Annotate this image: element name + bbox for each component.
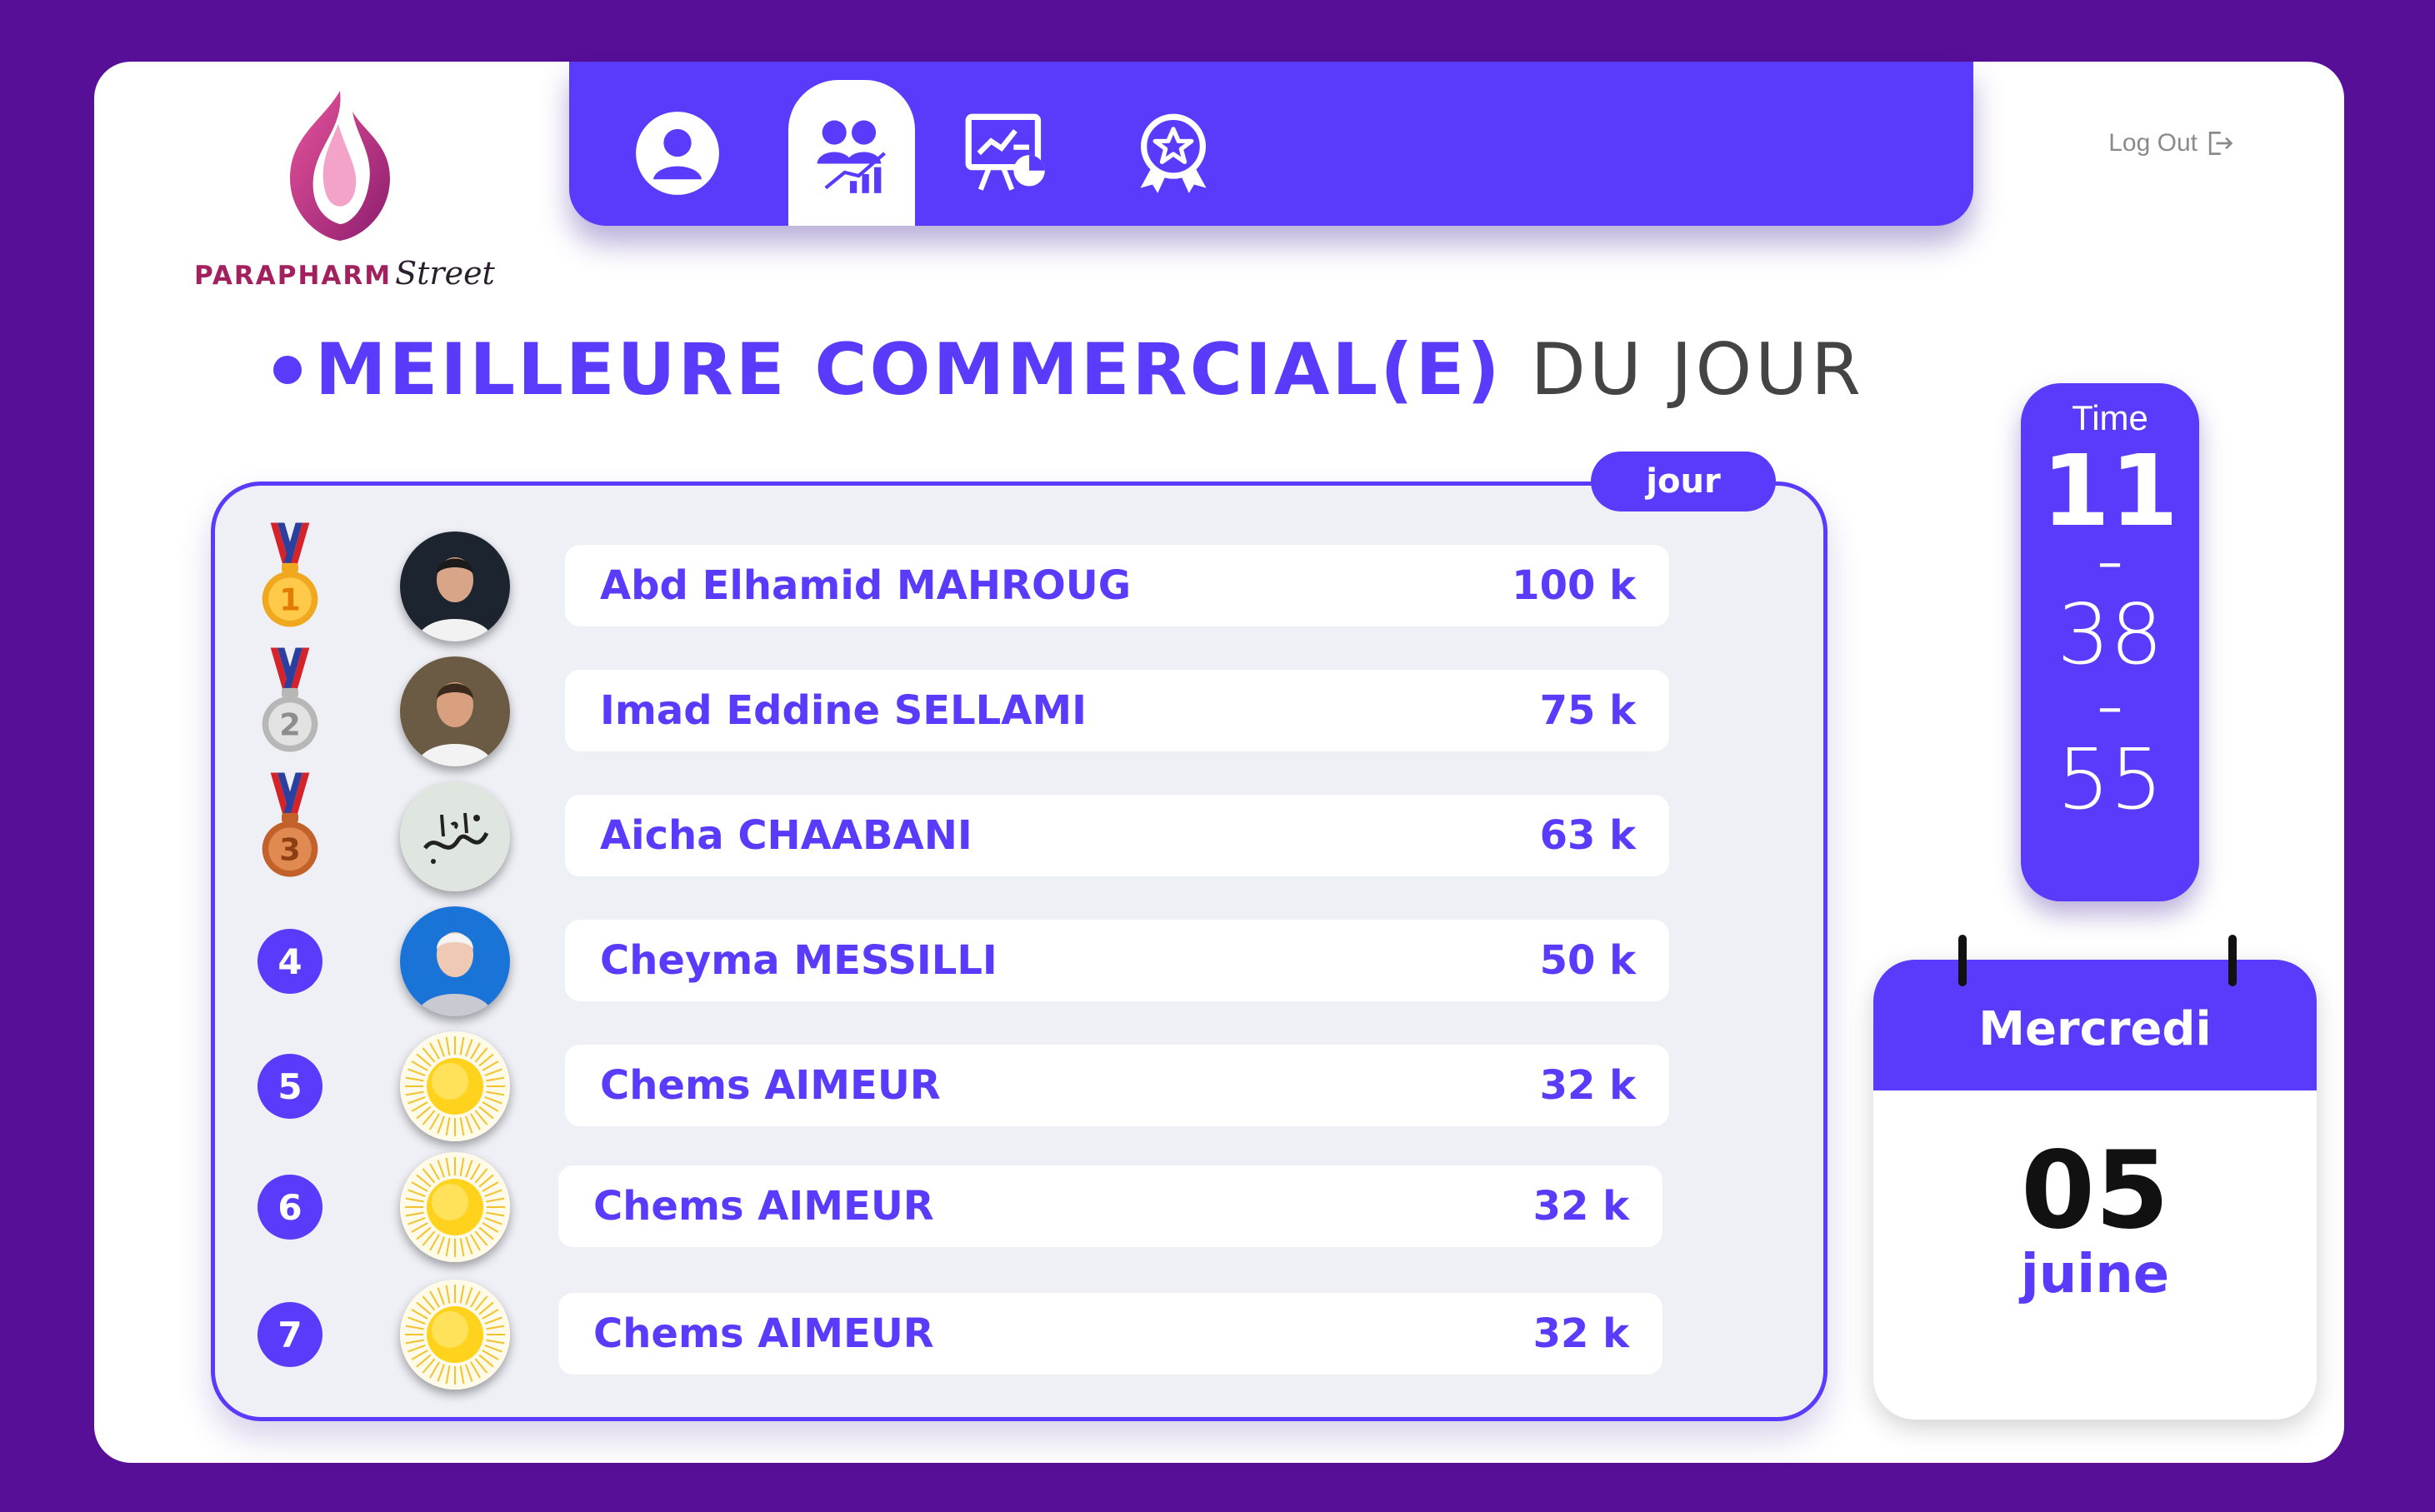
period-tab-day[interactable]: jour — [1591, 452, 1776, 511]
nav-team-performance[interactable] — [788, 80, 915, 226]
rank: 4 — [257, 911, 323, 1011]
sun-avatar-icon — [400, 1280, 510, 1390]
salesperson-name: Chems AIMEUR — [593, 1310, 934, 1357]
calendar-day-number: 05 — [2020, 1129, 2170, 1253]
brand-name: PARAPHARM — [194, 261, 392, 291]
sales-value: 100 k — [1512, 562, 1636, 609]
user-icon — [636, 112, 719, 195]
team-performance-icon — [817, 119, 886, 193]
page-title-light: DU JOUR — [1530, 328, 1864, 412]
award-badge-icon — [1140, 113, 1207, 193]
rank: 5 — [257, 1036, 323, 1136]
leaderboard-entry[interactable]: Chems AIMEUR 32 k — [558, 1165, 1662, 1247]
calendar-header: Mercredi — [1873, 960, 2317, 1090]
logout-label: Log Out — [2108, 129, 2198, 157]
brand-logo: PARAPHARM Street — [194, 87, 511, 353]
leaderboard-row[interactable]: 2 Imad Eddine SELLAMI 75 k — [94, 647, 1844, 766]
svg-text:3: 3 — [279, 832, 301, 868]
svg-text:2: 2 — [279, 707, 301, 743]
leaderboard-row[interactable]: 4 Cheyma MESSILLI 50 k — [94, 906, 1844, 1016]
salesperson-name: Abd Elhamid MAHROUG — [600, 562, 1132, 609]
presentation-chart-icon — [965, 113, 1045, 191]
bullet-dot — [273, 356, 302, 384]
brand-script: Street — [395, 255, 495, 292]
leaderboard-entry[interactable]: Aicha CHAABANI 63 k — [565, 795, 1669, 876]
user-photo-avatar — [400, 531, 510, 641]
leaderboard-entry[interactable]: Chems AIMEUR 32 k — [565, 1045, 1669, 1126]
calendar-weekday: Mercredi — [1978, 1002, 2212, 1056]
salesperson-name: Imad Eddine SELLAMI — [600, 687, 1088, 734]
logout-link[interactable]: Log Out — [2108, 128, 2234, 158]
calendar-ring-right — [2228, 935, 2237, 986]
sun-avatar-icon — [400, 1031, 510, 1141]
sales-value: 32 k — [1532, 1183, 1629, 1230]
leaderboard-row[interactable]: 3 Aicha CHAABANI 63 k — [94, 772, 1844, 891]
rank: 6 — [257, 1157, 323, 1257]
silver-medal-icon: 2 — [257, 636, 323, 771]
sales-value: 32 k — [1532, 1310, 1629, 1357]
leaderboard-entry[interactable]: Imad Eddine SELLAMI 75 k — [565, 670, 1669, 751]
calligraphy-avatar-icon — [400, 781, 510, 891]
leaderboard-row[interactable]: 5 Chems AIMEUR 32 k — [94, 1031, 1844, 1141]
sales-value: 63 k — [1539, 812, 1636, 859]
page-title: MEILLEURE COMMERCIAL(E) DU JOUR — [273, 328, 1864, 412]
salesperson-name: Chems AIMEUR — [600, 1062, 941, 1109]
sales-value: 32 k — [1539, 1062, 1636, 1109]
time-minutes: 38 — [2057, 586, 2163, 683]
rank-badge: 7 — [258, 1302, 322, 1367]
user-photo-avatar — [400, 656, 510, 766]
nav-presentation[interactable] — [957, 103, 1057, 203]
leaderboard-row[interactable]: 7 Chems AIMEUR 32 k — [94, 1280, 1844, 1390]
dashboard-card: PARAPHARM Street Log Out MEILLEURE COMME… — [94, 62, 2344, 1463]
calendar-widget: Mercredi 05 juine — [1873, 960, 2317, 1420]
user-photo-avatar — [400, 906, 510, 1016]
leaderboard-row[interactable]: 6 Chems AIMEUR 32 k — [94, 1152, 1844, 1262]
rank-badge: 4 — [258, 929, 322, 994]
nav-profile[interactable] — [628, 103, 728, 203]
time-separator: – — [2098, 678, 2122, 736]
top-navigation — [569, 62, 1973, 226]
time-label: Time — [2072, 398, 2148, 437]
calendar-ring-left — [1958, 935, 1967, 986]
rank-badge: 6 — [258, 1175, 322, 1240]
salesperson-name: Aicha CHAABANI — [600, 812, 972, 859]
salesperson-name: Chems AIMEUR — [593, 1183, 934, 1230]
time-widget: Time 11 – 38 – 55 — [2021, 383, 2199, 901]
time-hours: 11 — [2041, 433, 2179, 548]
sales-value: 50 k — [1539, 937, 1636, 984]
rank-badge: 5 — [258, 1054, 322, 1119]
bronze-medal-icon: 3 — [257, 761, 323, 896]
page-title-bold: MEILLEURE COMMERCIAL(E) — [315, 328, 1502, 412]
nav-awards[interactable] — [1123, 103, 1223, 203]
sales-value: 75 k — [1539, 687, 1636, 734]
leaderboard-entry[interactable]: Cheyma MESSILLI 50 k — [565, 920, 1669, 1001]
calendar-month: juine — [2020, 1244, 2170, 1305]
gold-medal-icon: 1 — [257, 511, 323, 646]
leaderboard-row[interactable]: 1 Abd Elhamid MAHROUG 100 k — [94, 522, 1844, 641]
leaderboard-entry[interactable]: Abd Elhamid MAHROUG 100 k — [565, 545, 1669, 626]
time-seconds: 55 — [2057, 731, 2163, 828]
sun-avatar-icon — [400, 1152, 510, 1262]
salesperson-name: Cheyma MESSILLI — [600, 937, 998, 984]
flame-logo-icon — [290, 91, 390, 241]
svg-text:1: 1 — [279, 582, 301, 618]
leaderboard-entry[interactable]: Chems AIMEUR 32 k — [558, 1293, 1662, 1375]
rank: 7 — [257, 1285, 323, 1385]
logout-icon — [2208, 132, 2233, 155]
